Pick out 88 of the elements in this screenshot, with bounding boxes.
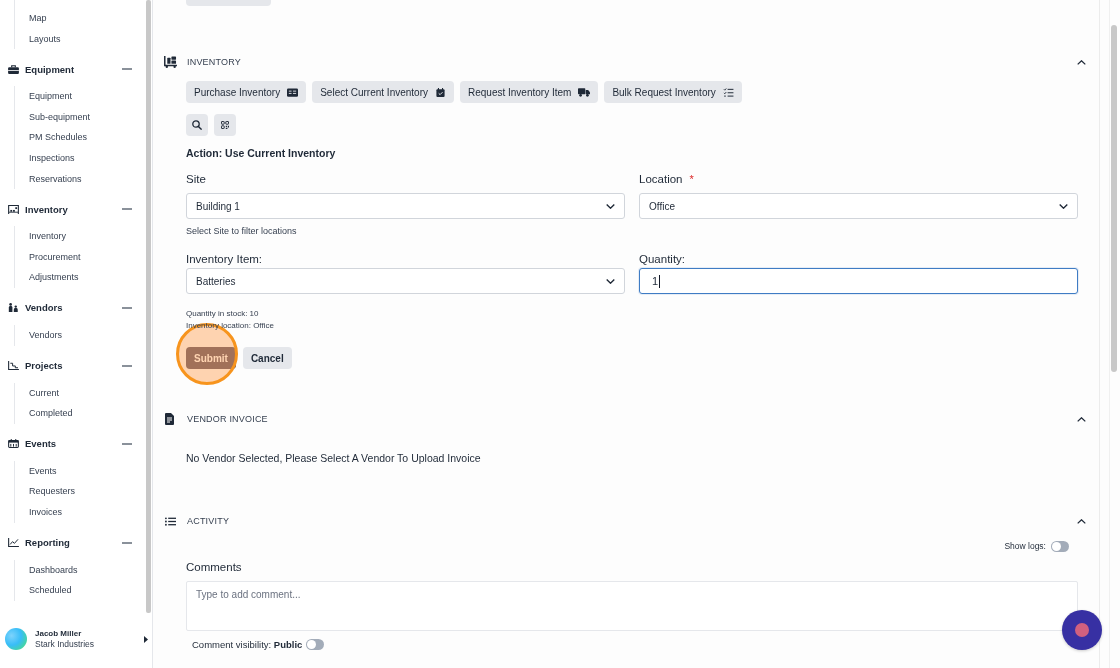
avatar-icon[interactable] — [5, 628, 27, 650]
action-title: Action: Use Current Inventory — [186, 146, 336, 161]
calendar-icon — [8, 439, 19, 449]
sidebar-item[interactable]: Layouts — [29, 28, 61, 50]
comment-visibility-label: Comment visibility: Public — [192, 638, 303, 650]
sidebar-item[interactable]: Current — [29, 382, 59, 404]
site-dropdown[interactable]: Building 1 — [186, 193, 625, 219]
group-title[interactable]: Inventory — [25, 203, 68, 215]
field-label: Site — [186, 172, 206, 186]
qr-scan-button[interactable] — [214, 114, 236, 136]
sidebar-item[interactable]: PM Schedules — [29, 127, 88, 148]
empty-state-message: No Vendor Selected, Please Select A Vendor To Upload Invoice — [186, 451, 481, 466]
minus-icon[interactable] — [122, 541, 132, 544]
chevron-up-icon[interactable] — [1077, 518, 1086, 524]
sidebar-item[interactable]: Procurement — [29, 246, 81, 268]
comments-label: Comments — [186, 560, 242, 575]
section-title: VENDOR INVOICE — [187, 414, 268, 424]
sidebar-item[interactable]: Sub-equipment — [29, 106, 91, 128]
action-button[interactable]: Select Current Inventory — [312, 81, 454, 103]
text-cursor-icon — [659, 274, 661, 288]
field-hint: Select Site to filter locations — [186, 225, 297, 238]
section-title: ACTIVITY — [187, 516, 230, 526]
minus-icon[interactable] — [122, 442, 132, 445]
cancel-button[interactable]: Cancel — [242, 347, 292, 369]
dot-icon — [1075, 623, 1089, 637]
minus-icon[interactable] — [122, 68, 132, 71]
sidebar-item[interactable]: Events — [29, 460, 57, 482]
group-title[interactable]: Projects — [25, 360, 63, 372]
scrollbar-thumb[interactable] — [1111, 25, 1117, 372]
field-label: Quantity: — [639, 252, 686, 266]
sidebar-item[interactable]: Vendors — [29, 324, 63, 346]
line-chart-icon — [8, 538, 19, 547]
list-icon — [165, 516, 176, 526]
company-name: Stark Industries — [35, 639, 95, 650]
field-label: Location — [639, 172, 683, 186]
sidebar-item[interactable]: Scheduled — [29, 580, 72, 601]
action-button[interactable]: Bulk Request Inventory — [604, 81, 742, 103]
show-logs-toggle[interactable] — [1051, 540, 1069, 552]
sidebar-item[interactable]: Requesters — [29, 481, 76, 502]
group-title[interactable]: Vendors — [25, 302, 63, 314]
sidebar-item[interactable]: Invoices — [29, 501, 63, 523]
chevron-down-icon — [606, 203, 615, 209]
sidebar-item[interactable]: Adjustments — [29, 267, 79, 288]
caret-right-icon[interactable] — [144, 635, 148, 643]
quantity-input[interactable]: 1 — [639, 268, 1078, 294]
show-logs-label: Show logs: — [1004, 541, 1046, 551]
action-button[interactable]: Purchase Inventory — [186, 81, 307, 103]
chevron-down-icon — [1059, 203, 1068, 209]
checklist-icon — [722, 87, 734, 97]
chevron-down-icon — [606, 278, 615, 284]
item-dropdown[interactable]: Batteries — [186, 268, 625, 294]
qr-code-icon — [221, 121, 229, 129]
sidebar-item[interactable]: Reservations — [29, 168, 82, 190]
minus-icon[interactable] — [122, 364, 132, 367]
group-title[interactable]: Events — [25, 438, 57, 450]
location-dropdown[interactable]: Office — [639, 193, 1078, 219]
search-icon — [192, 120, 202, 130]
people-icon — [8, 303, 19, 313]
sidebar-item[interactable]: Equipment — [29, 86, 73, 107]
search-button[interactable] — [186, 114, 208, 136]
comment-textarea[interactable]: Type to add comment... — [186, 581, 1078, 631]
group-title[interactable]: Reporting — [25, 537, 70, 548]
truck-icon — [578, 87, 591, 97]
document-icon — [165, 413, 174, 425]
scrollbar-thumb[interactable] — [146, 0, 151, 613]
sidebar-item[interactable]: Inventory — [29, 226, 67, 247]
toolbox-icon — [8, 64, 19, 74]
shelves-icon — [8, 204, 19, 214]
chevron-up-icon[interactable] — [1077, 59, 1086, 65]
sidebar-item[interactable]: Dashboards — [29, 559, 78, 581]
minus-icon[interactable] — [122, 208, 132, 211]
sidebar-item[interactable]: Map — [29, 8, 47, 29]
step-chart-icon — [8, 361, 19, 371]
user-name: Jacob Miller — [35, 628, 82, 639]
minus-icon[interactable] — [122, 306, 132, 309]
dolly-boxes-icon — [164, 56, 177, 68]
required-mark: * — [689, 172, 694, 186]
section-title: INVENTORY — [187, 57, 241, 67]
chevron-up-icon[interactable] — [1077, 416, 1086, 422]
action-button[interactable]: Request Inventory Item — [460, 81, 599, 103]
id-card-icon — [287, 87, 299, 97]
sidebar-item[interactable]: Inspections — [29, 147, 75, 169]
field-label: Inventory Item: — [186, 252, 263, 266]
visibility-toggle[interactable] — [306, 638, 325, 650]
group-title[interactable]: Equipment — [25, 63, 75, 75]
stock-info-text: Quantity in stock: 10 — [186, 308, 259, 320]
sidebar-item[interactable]: Completed — [29, 403, 73, 424]
calendar-check-icon — [435, 87, 446, 97]
